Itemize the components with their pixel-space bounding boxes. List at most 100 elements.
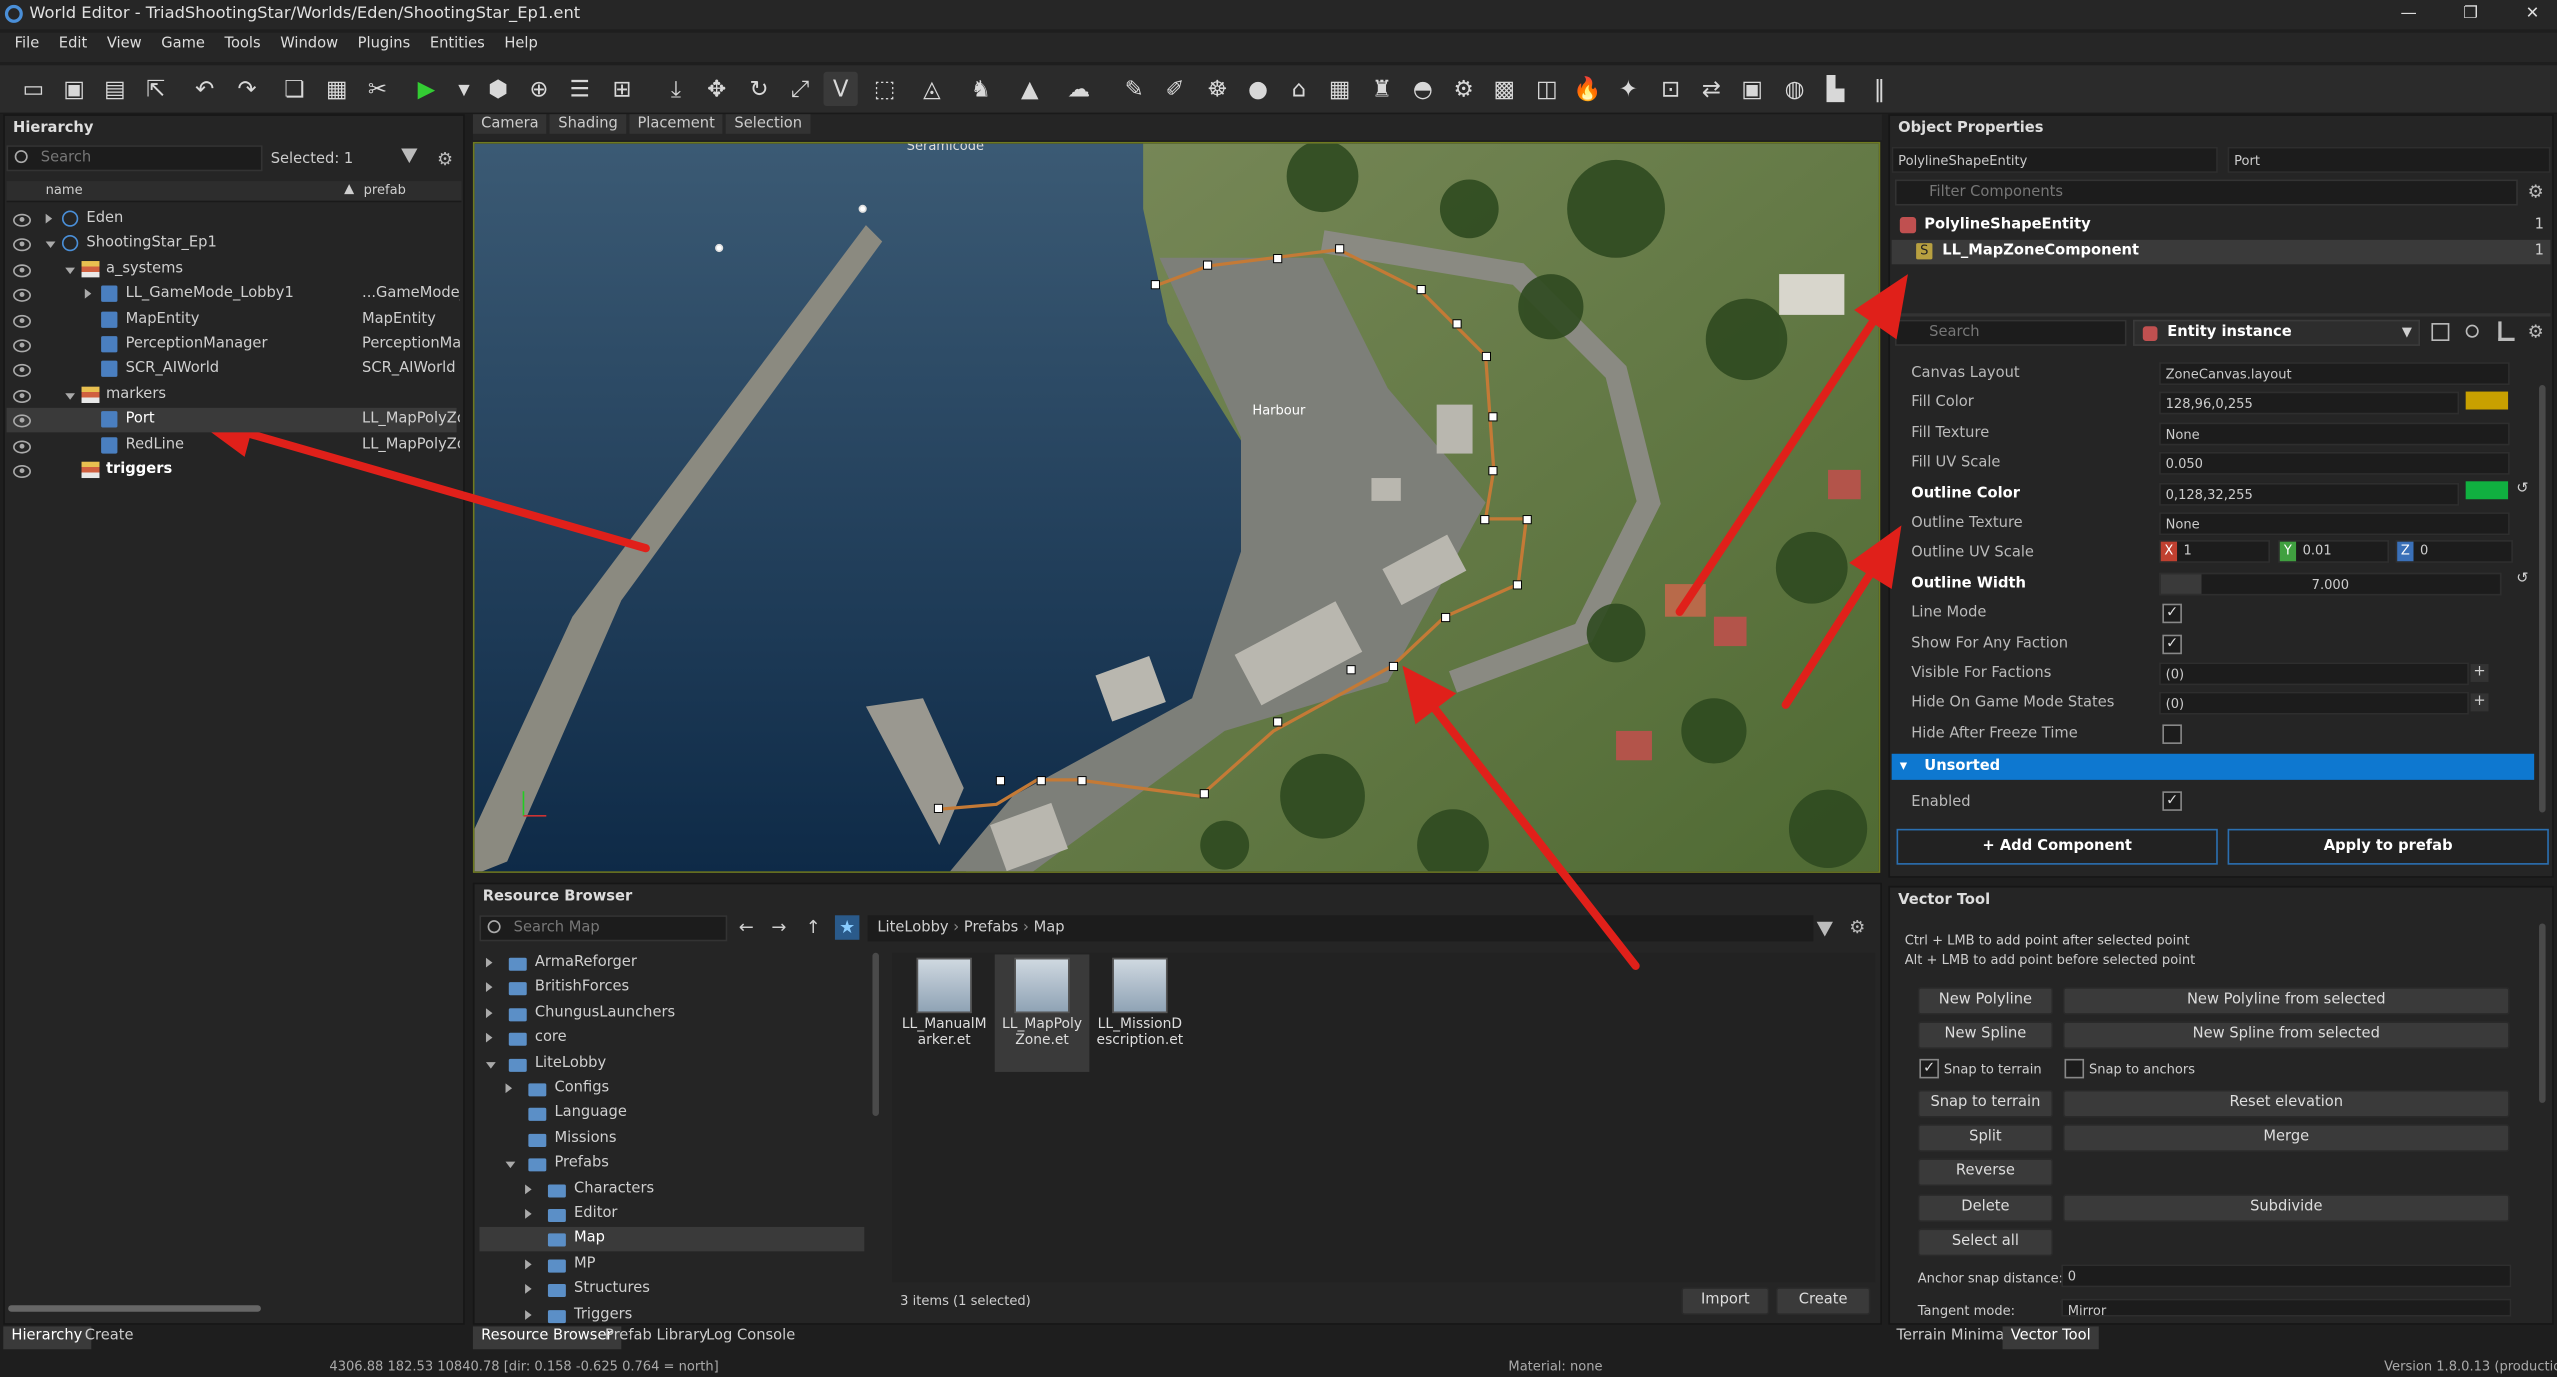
add-item-icon[interactable]: + — [2470, 694, 2489, 712]
open-folder-icon[interactable]: ▣ — [57, 72, 91, 106]
grid-icon[interactable]: ▦ — [1323, 72, 1357, 106]
prop-checkbox[interactable]: ✓ — [2162, 603, 2182, 624]
sphere-icon[interactable]: ● — [1241, 72, 1275, 106]
move-icon[interactable]: ✥ — [700, 72, 734, 106]
prop-checkbox[interactable] — [2162, 724, 2182, 744]
chevron-right-icon[interactable] — [84, 289, 92, 299]
globe-icon[interactable]: ◍ — [1778, 72, 1812, 106]
chevron-right-icon[interactable] — [525, 1183, 532, 1194]
terrain-icon[interactable]: ◬ — [915, 72, 949, 106]
tree-item[interactable]: ArmaReforger — [479, 951, 864, 975]
play-icon[interactable]: ▶ — [409, 72, 443, 106]
hierarchy-row[interactable]: RedLine LL_MapPolyZo — [7, 433, 460, 457]
hierarchy-row[interactable]: Eden — [7, 207, 457, 231]
prop-value-field[interactable]: 7.000 — [2159, 572, 2502, 596]
vector-icon[interactable]: ᐯ — [823, 71, 858, 107]
tree-item[interactable]: Language — [479, 1102, 864, 1126]
chevron-right-icon[interactable] — [525, 1259, 532, 1269]
visibility-eye-icon[interactable] — [13, 314, 31, 328]
tree-item[interactable]: Missions — [479, 1127, 864, 1151]
hierarchy-row[interactable]: ShootingStar_Ep1 — [7, 232, 457, 256]
window-icon[interactable]: ▣ — [1735, 72, 1769, 106]
hierarchy-row[interactable]: MapEntity MapEntity — [7, 308, 457, 332]
chevron-right-icon[interactable] — [485, 982, 493, 993]
tree-item[interactable]: LiteLobby — [479, 1052, 864, 1076]
frame-icon[interactable]: ◫ — [1530, 72, 1564, 106]
chevron-down-icon[interactable] — [505, 1161, 516, 1169]
prop-value-field[interactable]: None — [2159, 512, 2510, 536]
chevron-right-icon[interactable] — [45, 213, 53, 224]
snap-icon[interactable]: ⊞ — [605, 72, 639, 106]
file-item[interactable]: LL_MissionD escription.et — [1093, 954, 1188, 1071]
swap-icon[interactable]: ⇄ — [1694, 72, 1728, 106]
chevron-down-icon[interactable] — [485, 1061, 496, 1068]
chevron-right-icon[interactable] — [525, 1309, 532, 1320]
prefab-icon[interactable]: ▩ — [1487, 72, 1521, 106]
visibility-eye-icon[interactable] — [13, 213, 31, 227]
people-icon[interactable]: ♞ — [964, 72, 998, 106]
hierarchy-row[interactable]: PerceptionManager PerceptionMar — [7, 333, 460, 357]
hierarchy-row[interactable]: LL_GameMode_Lobby1 ...GameMode_l — [7, 283, 460, 307]
file-item[interactable]: LL_ManualM arker.et — [897, 954, 992, 1071]
chevron-right-icon[interactable] — [485, 1007, 493, 1018]
prop-value-field[interactable]: (0) — [2159, 692, 2469, 716]
redo-icon[interactable]: ↷ — [230, 72, 264, 106]
prop-value-field[interactable]: (0) — [2159, 662, 2469, 686]
chevron-right-icon[interactable] — [505, 1083, 513, 1094]
prop-value-field[interactable]: 0.050 — [2159, 452, 2510, 476]
new-file-icon[interactable]: ▭ — [16, 72, 50, 106]
gears-icon[interactable]: ⚙ — [1446, 72, 1480, 106]
castle-icon[interactable]: ♜ — [1365, 72, 1399, 106]
tree-item[interactable]: Triggers — [479, 1303, 864, 1327]
tree-item[interactable]: Structures — [479, 1278, 864, 1302]
add-item-icon[interactable]: + — [2470, 664, 2489, 682]
export-icon[interactable]: ⇱ — [139, 72, 173, 106]
crosshair-icon[interactable]: ⊕ — [522, 72, 556, 106]
tree-item[interactable]: core — [479, 1027, 864, 1051]
paste-icon[interactable]: ▦ — [320, 72, 354, 106]
visibility-eye-icon[interactable] — [13, 439, 31, 453]
helmet-icon[interactable]: ◓ — [1406, 72, 1440, 106]
chevron-down-icon[interactable] — [65, 392, 76, 400]
visibility-eye-icon[interactable] — [13, 263, 31, 278]
chevron-right-icon[interactable] — [485, 1033, 493, 1043]
chevron-right-icon[interactable] — [485, 957, 493, 968]
chevron-down-icon[interactable] — [65, 267, 76, 274]
bug-icon[interactable]: ✦ — [1611, 72, 1645, 106]
hierarchy-row[interactable]: a_systems — [7, 257, 457, 281]
visibility-eye-icon[interactable] — [13, 389, 31, 403]
select-box-icon[interactable]: ⬚ — [868, 72, 902, 106]
building-icon[interactable]: ▙ — [1818, 72, 1852, 106]
visibility-eye-icon[interactable] — [13, 464, 31, 479]
tree-item[interactable]: Characters — [479, 1177, 864, 1201]
visibility-eye-icon[interactable] — [13, 339, 31, 353]
hierarchy-row[interactable]: triggers — [7, 458, 457, 482]
visibility-eye-icon[interactable] — [13, 289, 31, 303]
hierarchy-row[interactable]: SCR_AIWorld SCR_AIWorld — [7, 358, 457, 382]
prop-checkbox[interactable]: ✓ — [2162, 633, 2182, 654]
play-options-icon[interactable]: ▾ — [447, 72, 481, 106]
weather-icon[interactable]: ☁ — [1062, 72, 1096, 106]
box-icon[interactable]: ⊡ — [1654, 72, 1688, 106]
tree-item[interactable]: Configs — [479, 1077, 864, 1101]
tree-item[interactable]: BritishForces — [479, 976, 864, 1000]
visibility-eye-icon[interactable] — [13, 414, 31, 428]
chevron-right-icon[interactable] — [525, 1208, 532, 1219]
prop-value-field[interactable]: None — [2159, 422, 2510, 446]
copy-icon[interactable]: ❏ — [277, 72, 311, 106]
undo-icon[interactable]: ↶ — [188, 72, 222, 106]
pause-icon[interactable]: ‖ — [1862, 72, 1896, 106]
save-icon[interactable]: ▤ — [98, 72, 132, 106]
fire-icon[interactable]: 🔥 — [1570, 72, 1604, 106]
prop-value-field[interactable]: 0,128,32,255 — [2159, 482, 2460, 506]
arrow-tool-icon[interactable]: ▲ — [1013, 72, 1047, 106]
hierarchy-row[interactable]: markers — [7, 383, 457, 407]
visibility-eye-icon[interactable] — [13, 238, 31, 252]
visibility-eye-icon[interactable] — [13, 364, 31, 378]
cube-icon[interactable]: ⬢ — [481, 72, 515, 106]
tree-item[interactable]: Prefabs — [479, 1152, 864, 1176]
chevron-down-icon[interactable] — [45, 242, 56, 249]
rotate-icon[interactable]: ↻ — [742, 72, 776, 106]
brush-icon[interactable]: ✎ — [1117, 72, 1151, 106]
drop-icon[interactable]: ⤓ — [659, 72, 693, 106]
